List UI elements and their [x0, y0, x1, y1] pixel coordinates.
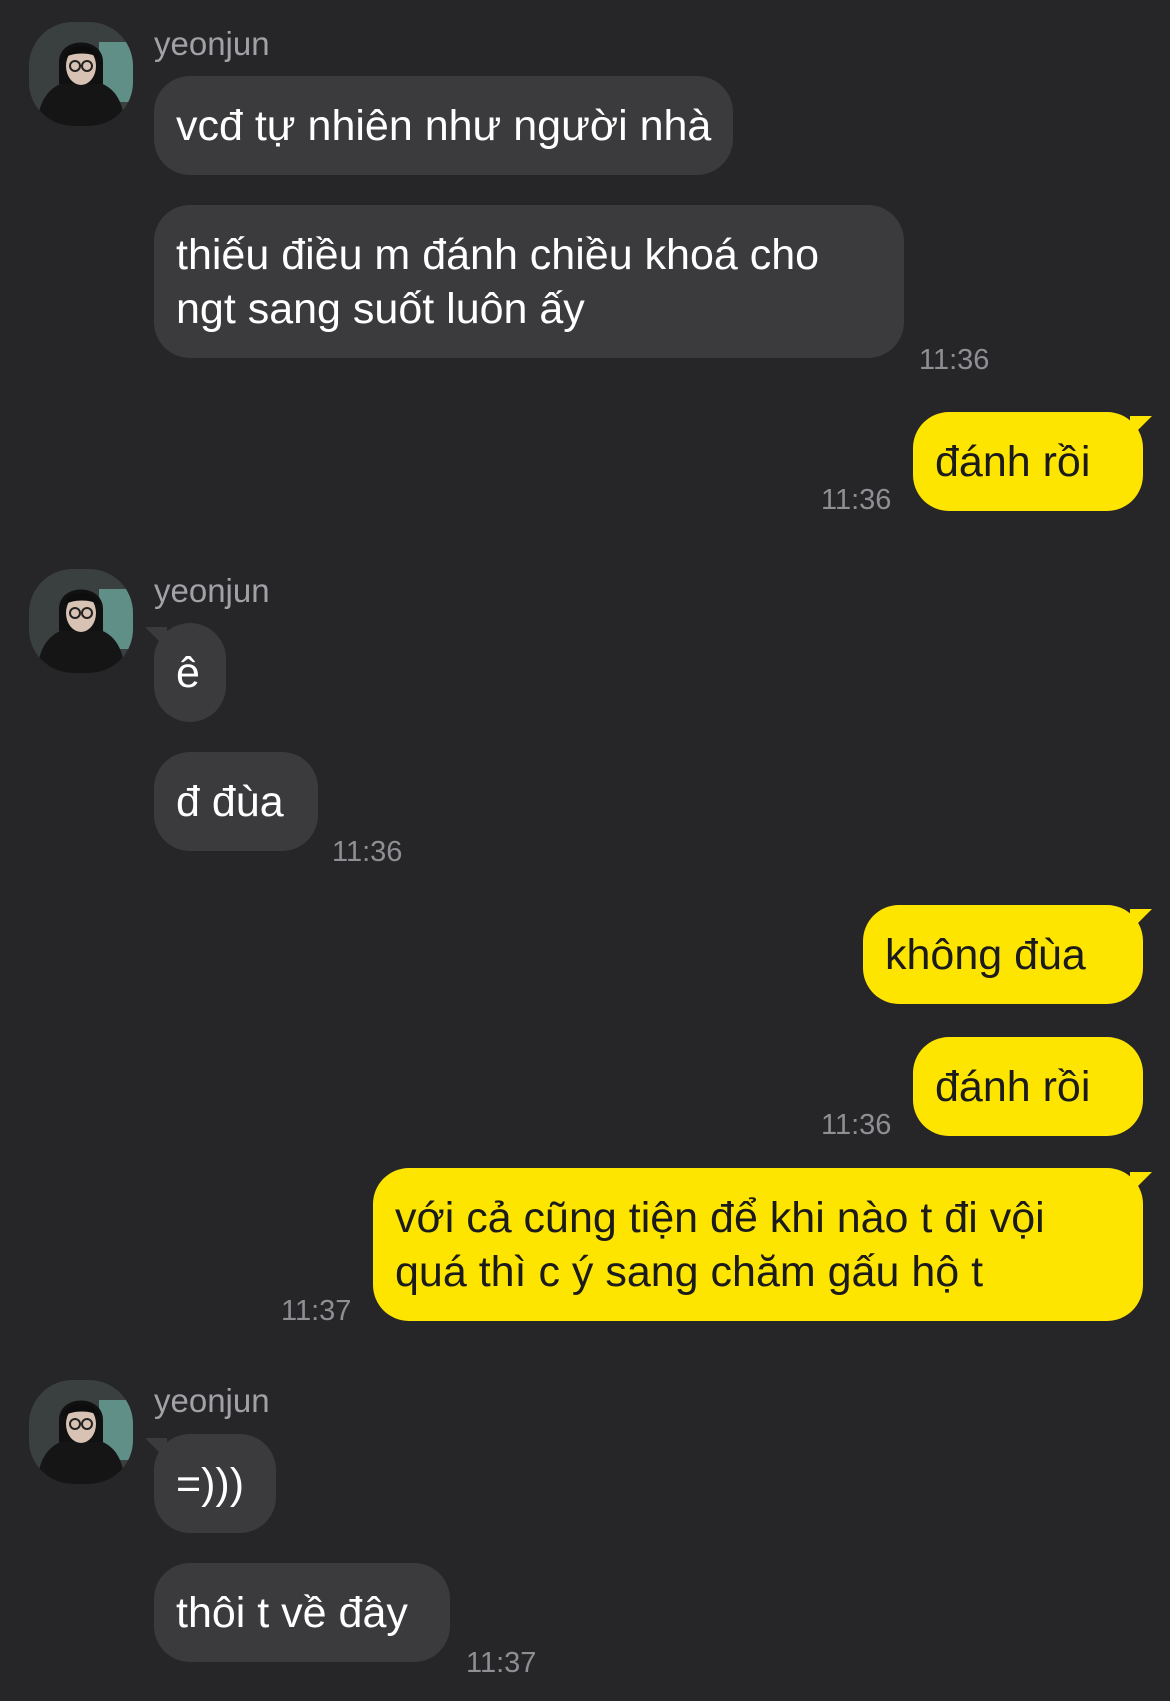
message-bubble-outgoing[interactable]: không đùa	[863, 905, 1143, 1004]
message-text: không đùa	[885, 931, 1086, 979]
message-text: ê	[176, 649, 200, 697]
message-text: đánh rồi	[935, 438, 1091, 486]
message-text: đ đùa	[176, 778, 284, 826]
message-timestamp: 11:37	[466, 1647, 537, 1679]
profile-photo	[29, 22, 133, 126]
message-bubble-incoming[interactable]: =)))	[154, 1434, 276, 1533]
sender-name: yeonjun	[154, 1382, 270, 1419]
message-timestamp: 11:36	[821, 484, 892, 516]
avatar[interactable]	[29, 569, 133, 673]
message-text: đánh rồi	[935, 1063, 1091, 1111]
sender-name: yeonjun	[154, 25, 270, 62]
message-bubble-outgoing[interactable]: đánh rồi	[913, 1037, 1143, 1136]
message-timestamp: 11:36	[332, 836, 403, 868]
message-text: =)))	[176, 1460, 245, 1508]
message-bubble-incoming[interactable]: thiếu điều m đánh chiều khoá cho ngt san…	[154, 205, 904, 358]
message-bubble-incoming[interactable]: ê	[154, 623, 226, 722]
profile-photo	[29, 569, 133, 673]
message-text-line: quá thì c ý sang chăm gấu hộ t	[395, 1248, 984, 1296]
profile-photo	[29, 1380, 133, 1484]
avatar[interactable]	[29, 22, 133, 126]
message-timestamp: 11:37	[281, 1295, 352, 1327]
message-text: thôi t về đây	[176, 1589, 408, 1637]
message-bubble-outgoing[interactable]: với cả cũng tiện để khi nào t đi vội quá…	[373, 1168, 1143, 1321]
message-bubble-incoming[interactable]: thôi t về đây	[154, 1563, 450, 1662]
message-text-line: với cả cũng tiện để khi nào t đi vội	[395, 1194, 1045, 1242]
message-timestamp: 11:36	[821, 1109, 892, 1141]
message-text: vcđ tự nhiên như người nhà	[176, 102, 712, 150]
message-timestamp: 11:36	[919, 344, 990, 376]
avatar[interactable]	[29, 1380, 133, 1484]
message-bubble-incoming[interactable]: vcđ tự nhiên như người nhà	[154, 76, 734, 175]
message-text-line: thiếu điều m đánh chiều khoá cho	[176, 231, 820, 279]
message-bubble-outgoing[interactable]: đánh rồi	[913, 412, 1143, 511]
message-text-line: ngt sang suốt luôn ấy	[176, 285, 585, 333]
sender-name: yeonjun	[154, 572, 270, 609]
message-bubble-incoming[interactable]: đ đùa	[154, 752, 318, 851]
